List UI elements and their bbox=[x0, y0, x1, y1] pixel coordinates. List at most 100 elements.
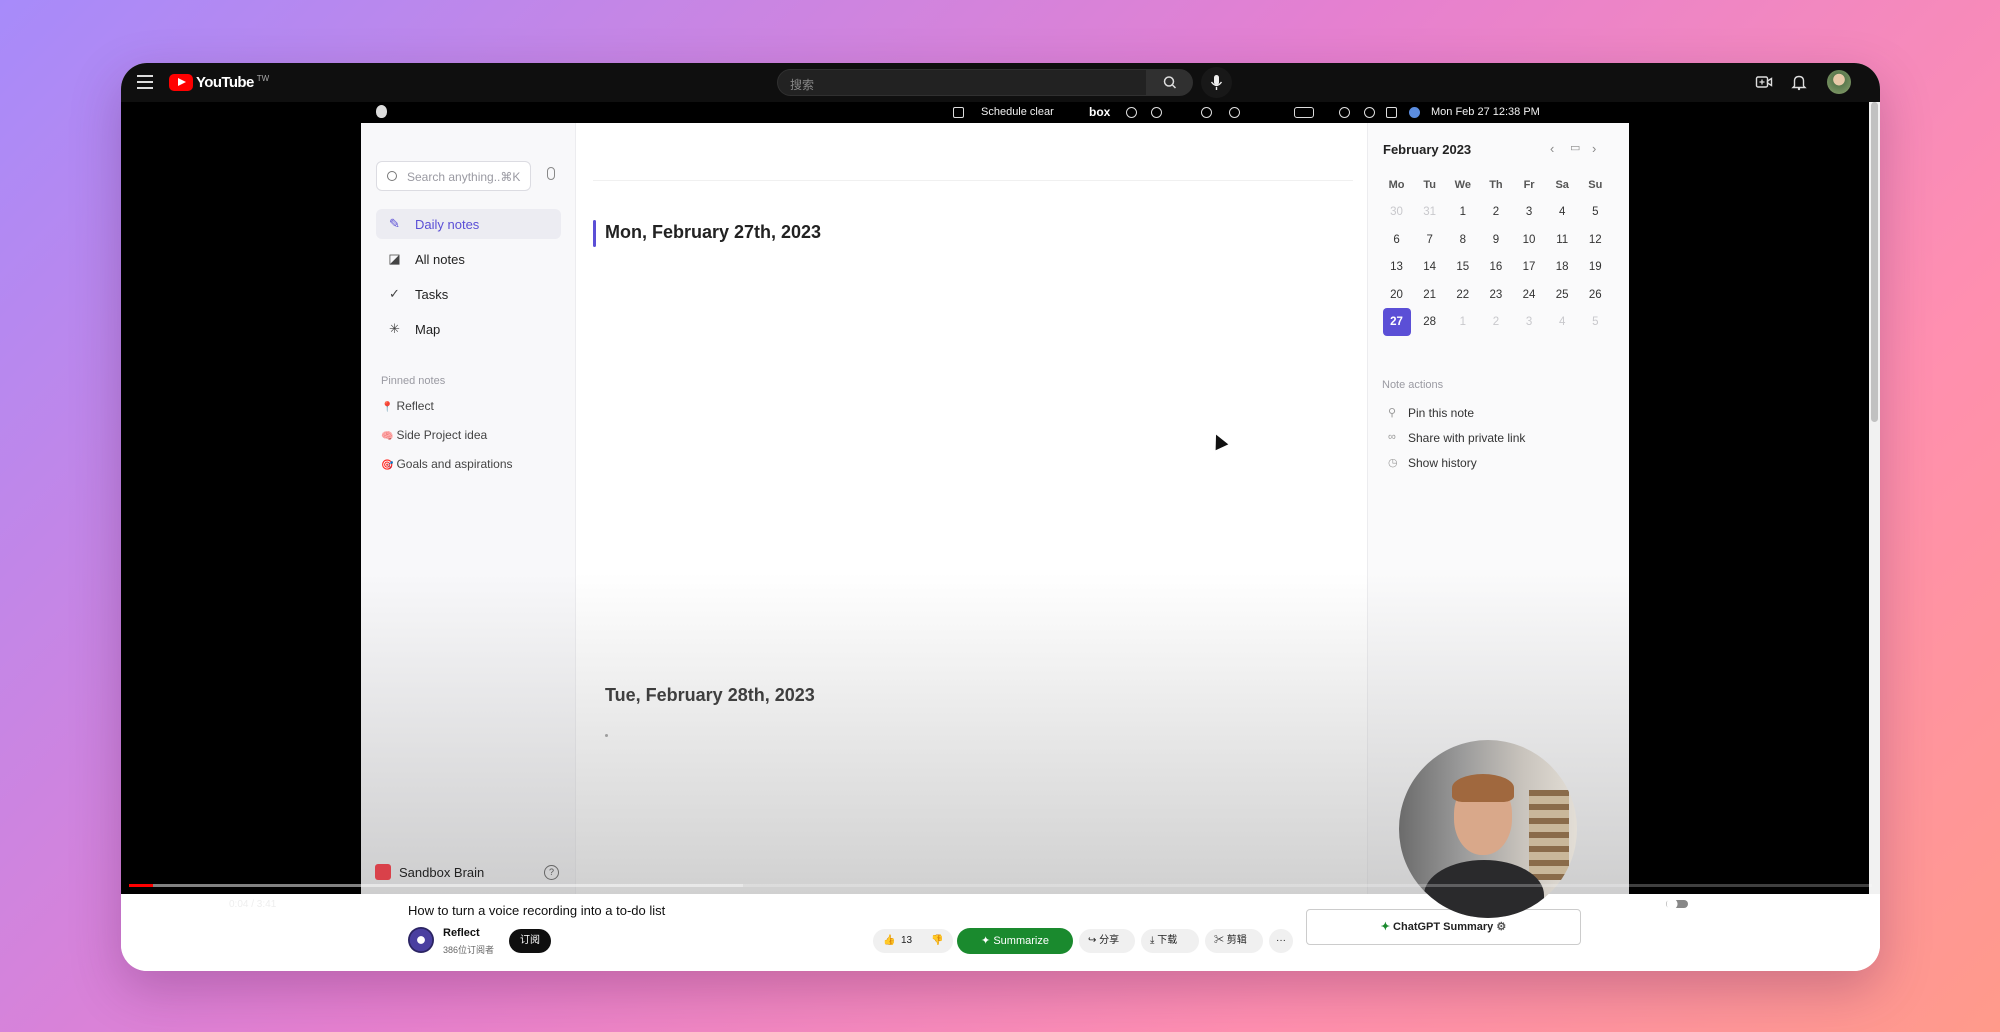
create-video-icon[interactable] bbox=[1755, 73, 1773, 91]
calendar-day[interactable]: 19 bbox=[1579, 261, 1612, 273]
notifications-bell-icon[interactable] bbox=[1790, 73, 1808, 91]
calendar-next-icon[interactable]: › bbox=[1592, 141, 1596, 156]
channel-avatar[interactable] bbox=[408, 927, 434, 953]
microphone-icon[interactable] bbox=[547, 167, 555, 180]
calendar-day[interactable]: 8 bbox=[1446, 234, 1479, 246]
download-button[interactable]: ⤓ 下载 bbox=[1141, 929, 1199, 953]
presenter-hair bbox=[1452, 774, 1514, 802]
day-number: 2 bbox=[1492, 316, 1500, 329]
note-date-heading-tomorrow[interactable]: Tue, February 28th, 2023 bbox=[605, 685, 815, 706]
voice-search-button[interactable] bbox=[1201, 67, 1232, 98]
calendar-day[interactable]: 13 bbox=[1380, 261, 1413, 273]
calendar-day[interactable]: 25 bbox=[1546, 289, 1579, 301]
summarize-button[interactable]: ✦ Summarize bbox=[957, 928, 1073, 954]
calendar-day[interactable]: 1 bbox=[1446, 316, 1479, 328]
search-button[interactable] bbox=[1147, 69, 1193, 96]
nav-item-tasks[interactable]: ✓ Tasks bbox=[376, 279, 561, 309]
show-history-action[interactable]: ◷ Show history bbox=[1388, 456, 1477, 470]
subscriber-count: 386位订阅者 bbox=[443, 945, 495, 955]
calendar-prev-icon[interactable]: ‹ bbox=[1550, 141, 1554, 156]
calendar-day[interactable]: 21 bbox=[1413, 289, 1446, 301]
calendar-day[interactable]: 16 bbox=[1479, 261, 1512, 273]
subscribe-button[interactable]: 订阅 bbox=[509, 929, 551, 953]
hamburger-menu-icon[interactable] bbox=[137, 75, 153, 89]
thumbs-up-icon[interactable]: 👍 bbox=[883, 929, 895, 953]
search-icon bbox=[1163, 76, 1177, 89]
spotlight-search-icon bbox=[1364, 107, 1375, 118]
video-title: How to turn a voice recording into a to-… bbox=[408, 903, 666, 918]
miniplayer-icon[interactable] bbox=[1770, 897, 1788, 911]
calendar-day[interactable]: 15 bbox=[1446, 261, 1479, 273]
calendar-day[interactable]: 31 bbox=[1413, 206, 1446, 218]
calendar-day[interactable]: 9 bbox=[1479, 234, 1512, 246]
pencil-icon: ✎ bbox=[389, 216, 400, 231]
calendar-day[interactable]: 6 bbox=[1380, 234, 1413, 246]
thumbs-down-icon[interactable]: 👎 bbox=[931, 929, 943, 953]
calendar-day[interactable]: 11 bbox=[1546, 234, 1579, 246]
calendar-day[interactable]: 18 bbox=[1546, 261, 1579, 273]
calendar-day[interactable]: 10 bbox=[1513, 234, 1546, 246]
youtube-logo[interactable]: YouTube TW bbox=[169, 74, 269, 91]
calendar-day[interactable]: 4 bbox=[1546, 206, 1579, 218]
calendar-day[interactable]: 24 bbox=[1513, 289, 1546, 301]
play-button-icon[interactable] bbox=[137, 896, 151, 912]
volume-icon[interactable] bbox=[201, 897, 217, 911]
calendar-day[interactable]: 12 bbox=[1579, 234, 1612, 246]
calendar-today-icon[interactable]: ▭ bbox=[1570, 141, 1580, 154]
calendar-day[interactable]: 28 bbox=[1413, 316, 1446, 328]
video-player[interactable]: Schedule clear box Mon Feb 27 12:38 PM S… bbox=[121, 102, 1880, 918]
theater-mode-icon[interactable] bbox=[1803, 898, 1821, 910]
nav-item-daily-notes[interactable]: ✎ Daily notes bbox=[376, 209, 561, 239]
youtube-search-input[interactable]: 搜索 bbox=[777, 69, 1147, 96]
calendar-day[interactable]: 2 bbox=[1479, 316, 1512, 328]
pinned-note-reflect[interactable]: 📍 Reflect bbox=[381, 399, 434, 413]
more-actions-button[interactable]: ··· bbox=[1269, 929, 1293, 953]
pin-note-action[interactable]: ⚲ Pin this note bbox=[1388, 406, 1474, 420]
user-avatar[interactable] bbox=[1827, 70, 1851, 94]
calendar-day[interactable]: 23 bbox=[1479, 289, 1512, 301]
clip-label: 剪辑 bbox=[1226, 935, 1247, 946]
calendar-day[interactable]: 1 bbox=[1446, 206, 1479, 218]
calendar-day[interactable]: 30 bbox=[1380, 206, 1413, 218]
next-video-icon[interactable] bbox=[168, 897, 182, 911]
note-date-heading-today[interactable]: Mon, February 27th, 2023 bbox=[605, 222, 821, 243]
nav-label: Daily notes bbox=[415, 217, 480, 232]
calendar-day[interactable]: 14 bbox=[1413, 261, 1446, 273]
calendar-day[interactable]: 5 bbox=[1579, 206, 1612, 218]
autoplay-toggle-icon[interactable] bbox=[1665, 897, 1689, 911]
calendar-day[interactable]: 5 bbox=[1579, 316, 1612, 328]
calendar-day[interactable]: 20 bbox=[1380, 289, 1413, 301]
calendar-day[interactable]: 26 bbox=[1579, 289, 1612, 301]
pinned-note-goals[interactable]: 🎯 Goals and aspirations bbox=[381, 457, 513, 471]
settings-gear-icon[interactable] bbox=[1739, 896, 1755, 912]
fullscreen-icon[interactable] bbox=[1836, 897, 1851, 912]
calendar-day[interactable]: 3 bbox=[1513, 206, 1546, 218]
calendar-day[interactable]: 17 bbox=[1513, 261, 1546, 273]
action-label: Show history bbox=[1408, 456, 1477, 470]
day-number: 26 bbox=[1588, 288, 1602, 301]
subtitles-icon[interactable] bbox=[1706, 897, 1724, 911]
daily-notes-editor[interactable]: Mon, February 27th, 2023 Tue, February 2… bbox=[577, 123, 1367, 894]
pinned-note-side-project[interactable]: 🧠 Side Project idea bbox=[381, 428, 487, 442]
reflect-search-input[interactable]: Search anything..⌘K bbox=[376, 161, 531, 191]
download-label: 下载 bbox=[1157, 935, 1178, 946]
nav-item-all-notes[interactable]: ◪ All notes bbox=[376, 244, 561, 274]
calendar-day-selected[interactable]: 27 bbox=[1380, 308, 1413, 337]
notes-icon: ◪ bbox=[388, 251, 401, 266]
nav-item-map[interactable]: ✳ Map bbox=[376, 314, 561, 344]
share-button[interactable]: ↪ 分享 bbox=[1079, 929, 1135, 953]
calendar-day[interactable]: 4 bbox=[1546, 316, 1579, 328]
clip-button[interactable]: ✂ 剪辑 bbox=[1205, 929, 1263, 953]
calendar-day[interactable]: 3 bbox=[1513, 316, 1546, 328]
calendar-day[interactable]: 22 bbox=[1446, 289, 1479, 301]
channel-name[interactable]: Reflect bbox=[443, 927, 480, 939]
scrollbar-thumb[interactable] bbox=[1871, 102, 1878, 422]
day-number: 20 bbox=[1390, 288, 1403, 301]
share-link-action[interactable]: ∞ Share with private link bbox=[1388, 431, 1525, 445]
workspace-switcher[interactable]: Sandbox Brain bbox=[375, 864, 484, 880]
progress-bar[interactable] bbox=[129, 884, 1872, 887]
help-icon[interactable]: ? bbox=[544, 865, 559, 880]
calendar-day[interactable]: 2 bbox=[1479, 206, 1512, 218]
calendar-day[interactable]: 7 bbox=[1413, 234, 1446, 246]
page-scrollbar[interactable] bbox=[1869, 102, 1880, 894]
